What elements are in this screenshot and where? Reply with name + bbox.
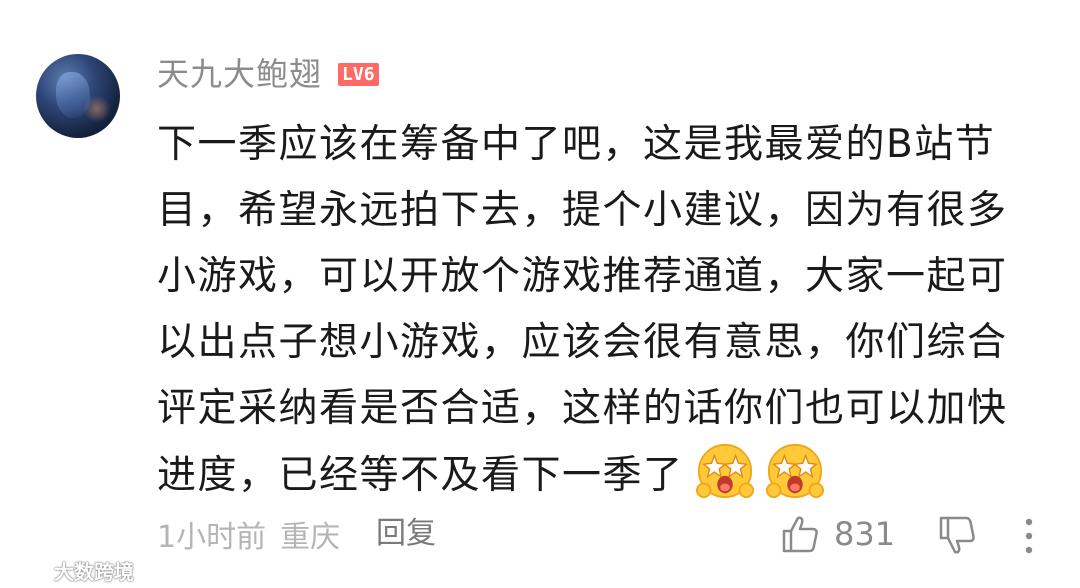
thumbs-down-icon[interactable]	[935, 514, 979, 558]
star-eyes-emoji-icon	[695, 443, 754, 499]
more-options-icon[interactable]	[1019, 514, 1039, 558]
username[interactable]: 天九大鲍翅	[157, 52, 322, 96]
watermark-text: 大数跨境	[54, 559, 134, 584]
comment-text: 下一季应该在筹备中了吧，这是我最爱的B站节目，希望永远拍下去，提个小建议，因为有…	[157, 122, 1008, 498]
comment-location: 重庆	[280, 520, 341, 555]
star-eyes-emoji-icon	[765, 443, 824, 499]
comment-meta: 1小时前 重庆	[157, 512, 340, 556]
like-button[interactable]: 831	[780, 510, 895, 558]
comment-header: 天九大鲍翅 LV6	[157, 52, 379, 96]
watermark: 大数跨境	[4, 556, 134, 584]
thumbs-up-icon	[782, 516, 818, 553]
level-badge: LV6	[338, 62, 379, 86]
comment-time: 1小时前	[157, 520, 267, 555]
avatar[interactable]	[36, 54, 120, 138]
comment-body: 下一季应该在筹备中了吧，这是我最爱的B站节目，希望永远拍下去，提个小建议，因为有…	[157, 112, 1047, 509]
reply-button[interactable]: 回复	[376, 512, 436, 556]
watermark-logo-icon	[5, 561, 50, 579]
like-count: 831	[834, 515, 896, 553]
